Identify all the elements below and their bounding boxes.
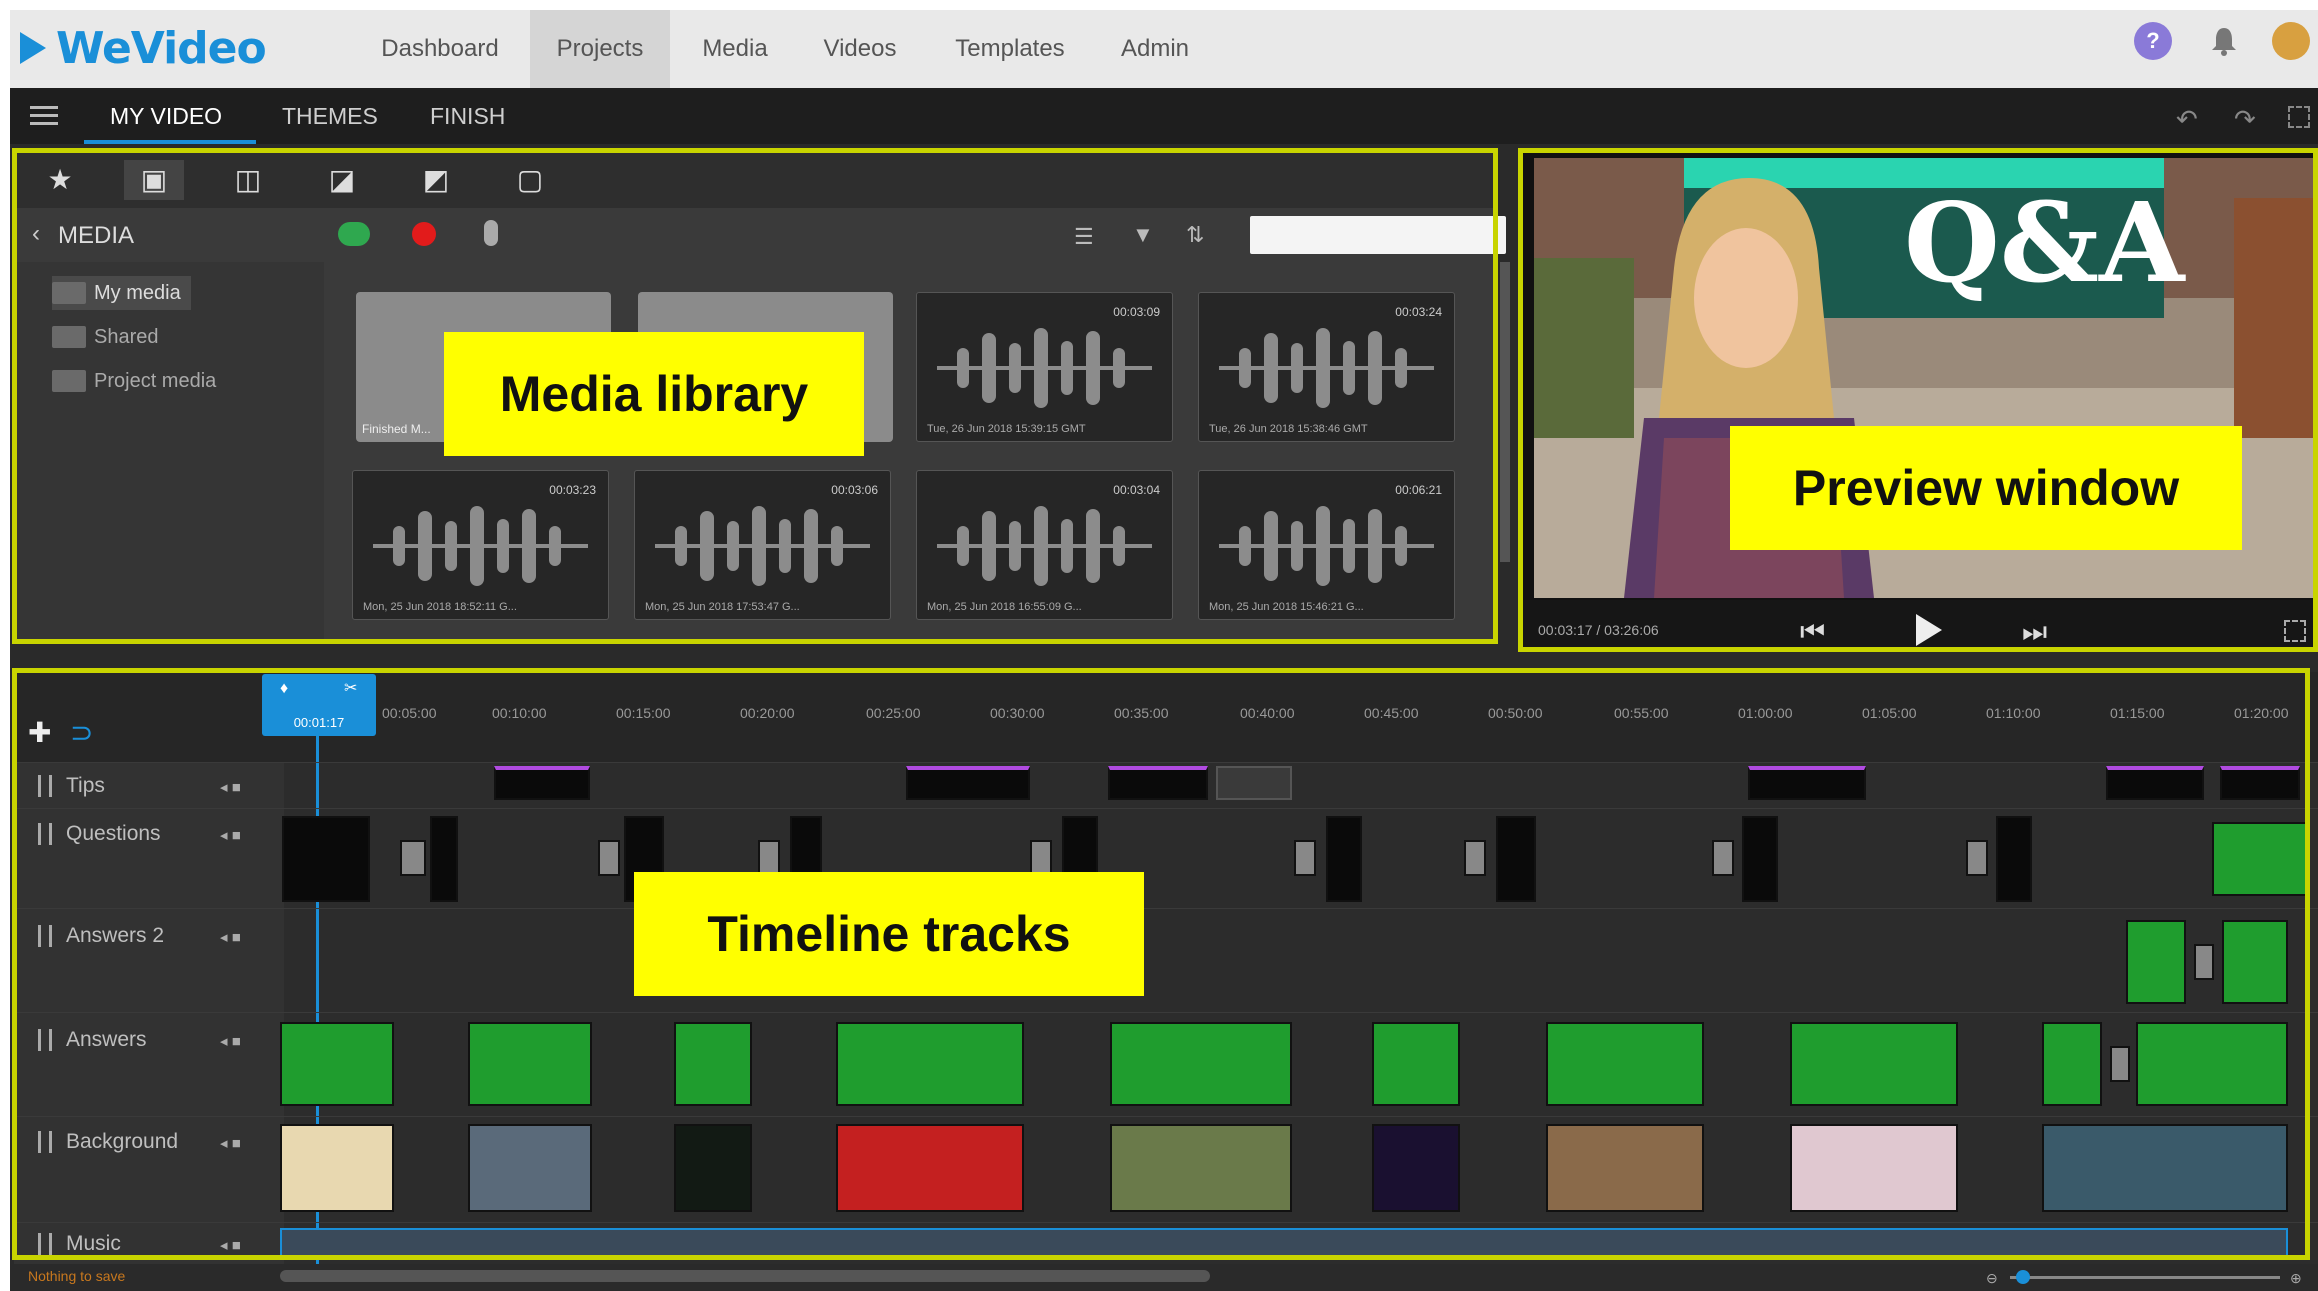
preview-window-label: Preview window [1730, 426, 2242, 550]
nav-dashboard[interactable]: Dashboard [370, 10, 510, 88]
notifications-bell-icon[interactable] [2210, 26, 2238, 56]
media-scrollbar[interactable] [1500, 262, 1510, 562]
nav-templates[interactable]: Templates [935, 10, 1085, 88]
help-icon[interactable]: ? [2134, 22, 2172, 60]
zoom-out-icon[interactable]: ⊖ [1986, 1270, 1998, 1287]
zoom-slider-handle[interactable] [2016, 1270, 2030, 1284]
timeline-tracks-label: Timeline tracks [634, 872, 1144, 996]
media-library-label: Media library [444, 332, 864, 456]
hamburger-menu-icon[interactable] [30, 104, 58, 128]
fullscreen-icon[interactable] [2288, 106, 2310, 128]
wevideo-logo[interactable]: WeVideo [20, 20, 267, 76]
nav-projects[interactable]: Projects [530, 10, 670, 88]
preview-window-highlight [1518, 148, 2318, 652]
zoom-slider-track[interactable] [2010, 1276, 2280, 1279]
tab-themes[interactable]: THEMES [282, 88, 378, 144]
user-avatar[interactable] [2272, 22, 2310, 60]
redo-icon[interactable]: ↷ [2234, 104, 2256, 135]
save-status-text: Nothing to save [28, 1268, 126, 1284]
tab-finish[interactable]: FINISH [430, 88, 505, 144]
timeline-horizontal-scrollbar[interactable] [280, 1270, 1210, 1282]
tab-my-video[interactable]: MY VIDEO [110, 88, 222, 144]
zoom-in-icon[interactable]: ⊕ [2290, 1270, 2302, 1287]
timeline-tracks-highlight [12, 668, 2310, 1260]
play-logo-icon [20, 32, 46, 64]
logo-text: WeVideo [56, 22, 267, 74]
nav-videos[interactable]: Videos [800, 10, 920, 88]
undo-icon[interactable]: ↶ [2176, 104, 2198, 135]
nav-admin[interactable]: Admin [1100, 10, 1210, 88]
nav-media[interactable]: Media [680, 10, 790, 88]
